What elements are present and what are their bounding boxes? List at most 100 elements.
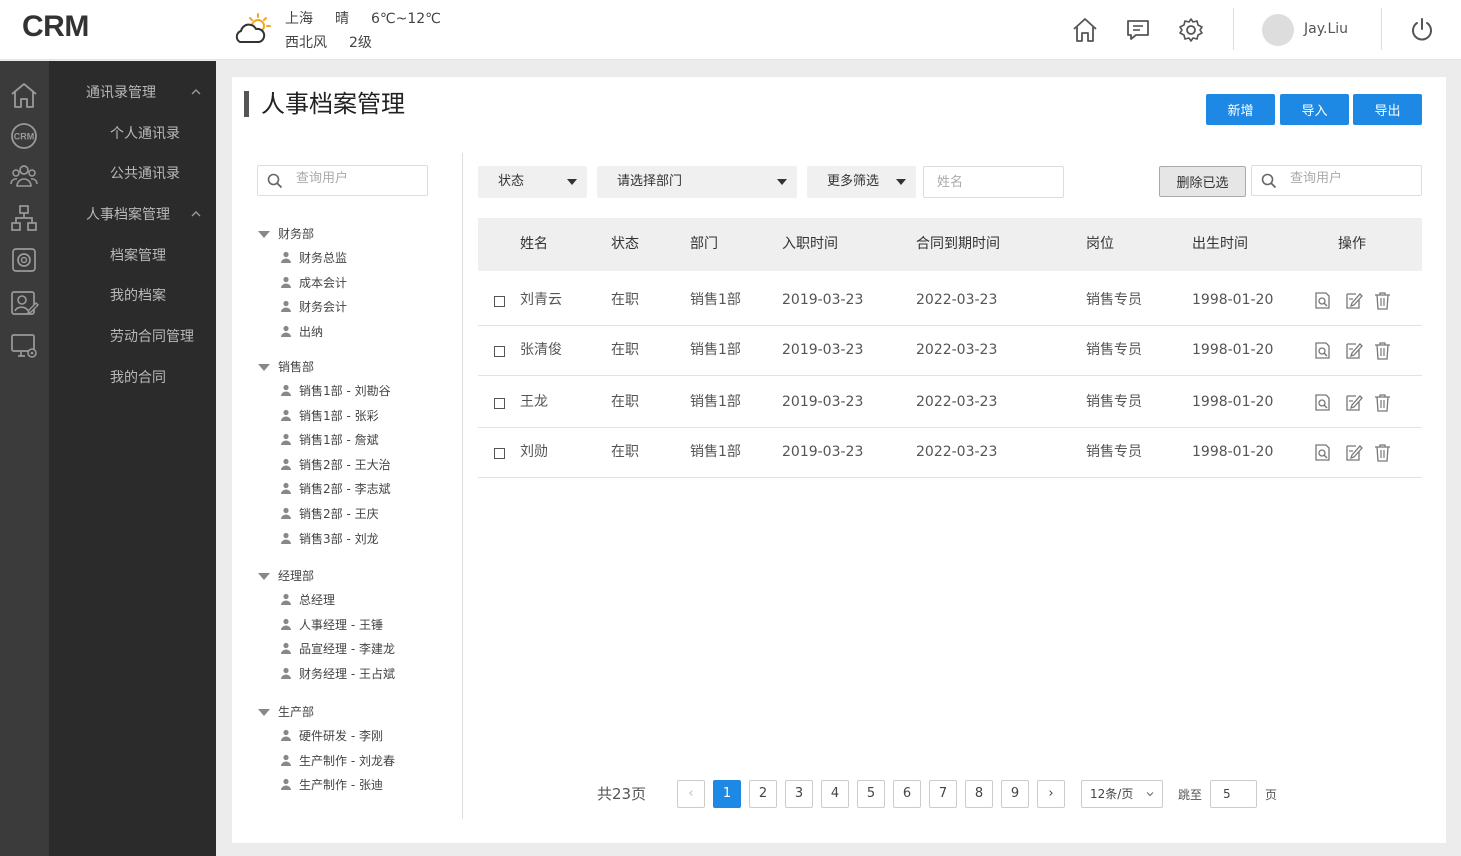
settings-gear-icon[interactable] [1177,16,1205,44]
system-settings-icon[interactable] [9,331,39,361]
table-row: 刘青云 在职 销售1部 2019-03-23 2022-03-23 销售专员 1998-01… [478,275,1422,326]
nav-item-records-management[interactable]: 档案管理 [49,246,216,286]
view-details-icon[interactable] [1313,341,1332,360]
export-button[interactable]: 导出 [1353,94,1422,125]
tree-leaf[interactable]: 财务总监 [280,249,347,266]
column-header-name[interactable]: 姓名 [520,218,548,271]
row-checkbox[interactable] [494,398,505,409]
next-page-button[interactable]: › [1037,780,1065,808]
power-logout-icon[interactable] [1408,16,1436,44]
tree-leaf-label: 品宣经理 - 李建龙 [299,642,395,657]
tree-leaf[interactable]: 生产制作 - 张迪 [280,776,383,793]
tree-leaf[interactable]: 人事经理 - 王锤 [280,616,383,633]
page-number-button[interactable]: 3 [785,780,813,808]
page-suffix-label: 页 [1265,788,1278,802]
tree-leaf[interactable]: 硬件研发 - 李刚 [280,727,383,744]
page-number-button[interactable]: 8 [965,780,993,808]
org-chart-icon[interactable] [9,203,39,233]
tree-leaf[interactable]: 销售2部 - 王庆 [280,505,379,522]
edit-icon[interactable] [1344,443,1363,462]
tree-leaf[interactable]: 销售1部 - 詹斌 [280,431,379,448]
column-header-hire-date[interactable]: 入职时间 [782,218,838,271]
cell-position: 销售专员 [1086,394,1142,410]
tree-leaf[interactable]: 销售2部 - 王大治 [280,456,391,473]
header-divider [1381,8,1382,50]
nav-item-labor-contracts[interactable]: 劳动合同管理 [49,327,216,367]
delete-trash-icon[interactable] [1373,443,1392,462]
add-button[interactable]: 新增 [1206,94,1275,125]
tree-leaf[interactable]: 销售1部 - 刘勘谷 [280,382,391,399]
column-header-birth-date[interactable]: 出生时间 [1192,218,1248,271]
edit-icon[interactable] [1344,291,1363,310]
column-header-position[interactable]: 岗位 [1086,218,1114,271]
delete-trash-icon[interactable] [1373,341,1392,360]
team-icon[interactable] [9,161,39,191]
view-details-icon[interactable] [1313,393,1332,412]
tree-leaf[interactable]: 品宣经理 - 李建龙 [280,640,395,657]
name-filter-input[interactable] [923,166,1064,198]
weather-city: 上海 [285,11,313,27]
column-header-contract-expiry[interactable]: 合同到期时间 [916,218,1000,271]
page-number-button[interactable]: 2 [749,780,777,808]
import-button[interactable]: 导入 [1280,94,1349,125]
tree-leaf[interactable]: 成本会计 [280,274,347,291]
message-icon[interactable] [1124,16,1152,44]
page-number-button[interactable]: 1 [713,780,741,808]
page-number-button[interactable]: 5 [857,780,885,808]
tree-leaf[interactable]: 出纳 [280,323,323,340]
page-number-button[interactable]: 7 [929,780,957,808]
row-checkbox[interactable] [494,448,505,459]
status-select[interactable]: 状态 [478,166,587,198]
tree-group[interactable]: 销售部 [258,358,314,375]
tree-leaf[interactable]: 生产制作 - 刘龙春 [280,752,395,769]
table-search-input[interactable] [1290,171,1410,186]
prev-page-button[interactable]: ‹ [677,780,705,808]
column-header-department[interactable]: 部门 [690,218,718,271]
view-details-icon[interactable] [1313,291,1332,310]
column-header-status[interactable]: 状态 [611,218,639,271]
camera-lens-icon[interactable] [9,245,39,275]
delete-selected-button[interactable]: 删除已选 [1159,166,1246,197]
tree-leaf-label: 财务经理 - 王占斌 [299,666,395,681]
avatar[interactable] [1262,14,1294,46]
home-icon[interactable] [1071,16,1099,44]
more-filters-select[interactable]: 更多筛选 [807,166,916,198]
delete-trash-icon[interactable] [1373,291,1392,310]
edit-icon[interactable] [1344,341,1363,360]
page-number-button[interactable]: 4 [821,780,849,808]
row-checkbox[interactable] [494,296,505,307]
tree-leaf[interactable]: 财务会计 [280,298,347,315]
nav-item-my-contracts[interactable]: 我的合同 [49,368,216,408]
username[interactable]: Jay.Liu [1304,21,1348,37]
tree-leaf[interactable]: 销售1部 - 张彩 [280,407,379,424]
tree-leaf[interactable]: 财务经理 - 王占斌 [280,665,395,682]
department-select[interactable]: 请选择部门 [597,166,797,198]
page-number-button[interactable]: 9 [1001,780,1029,808]
profile-card-icon[interactable] [9,288,39,318]
edit-icon[interactable] [1344,393,1363,412]
tree-group[interactable]: 财务部 [258,225,314,242]
nav-item-personal-contacts[interactable]: 个人通讯录 [49,124,216,164]
table-row: 王龙 在职 销售1部 2019-03-23 2022-03-23 销售专员 1998-01-… [478,377,1422,428]
nav-group-contacts[interactable]: 通讯录管理 [49,83,216,123]
tree-leaf[interactable]: 总经理 [280,591,335,608]
nav-group-hr-records[interactable]: 人事档案管理 [49,205,216,245]
tree-group[interactable]: 经理部 [258,567,314,584]
nav-item-public-contacts[interactable]: 公共通讯录 [49,164,216,204]
home-icon[interactable] [9,80,39,110]
row-checkbox[interactable] [494,346,505,357]
tree-leaf[interactable]: 销售3部 - 刘龙 [280,530,379,547]
tree-leaf[interactable]: 销售2部 - 李志斌 [280,480,391,497]
user-icon [281,729,291,741]
jump-to-page-input[interactable] [1210,780,1257,808]
cell-hire-date: 2019-03-23 [782,444,864,460]
page-size-select[interactable]: 12条/页 [1081,780,1163,808]
delete-trash-icon[interactable] [1373,393,1392,412]
nav-item-my-records[interactable]: 我的档案 [49,286,216,326]
tree-group[interactable]: 生产部 [258,703,314,720]
tree-search-input[interactable] [296,171,416,186]
view-details-icon[interactable] [1313,443,1332,462]
page-number-button[interactable]: 6 [893,780,921,808]
crm-icon[interactable]: CRM [9,121,39,151]
cell-contract-expiry: 2022-03-23 [916,394,998,410]
